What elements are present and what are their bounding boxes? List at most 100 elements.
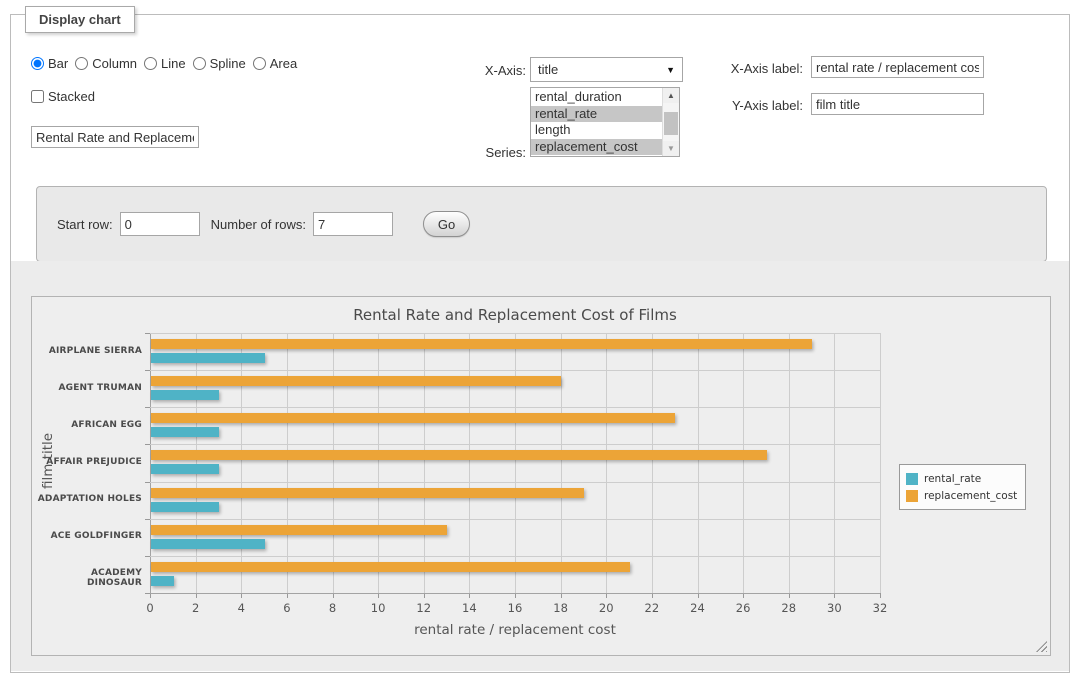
chart-type-label-area: Area [270,56,297,71]
x-tick-label: 8 [315,601,351,615]
y-tick-mark [145,482,150,483]
chart-type-label-column: Column [92,56,137,71]
x-tick-label: 4 [223,601,259,615]
bar-rental-rate[interactable] [151,502,219,512]
legend-label: replacement_cost [924,490,1017,502]
grid-line-horizontal [150,556,880,557]
grid-line-vertical [424,333,425,593]
scroll-thumb[interactable] [664,112,678,135]
stacked-checkbox[interactable] [31,90,44,103]
grid-line-horizontal [150,444,880,445]
x-tick-label: 32 [862,601,898,615]
x-tick-label: 22 [634,601,670,615]
x-tick-label: 6 [269,601,305,615]
chart-title: Rental Rate and Replacement Cost of Film… [32,306,998,324]
chart-type-radio-area[interactable] [253,57,266,70]
series-listbox: rental_durationrental_ratelengthreplacem… [530,87,680,157]
chart-title-input[interactable] [31,126,199,148]
x-tick-label: 30 [816,601,852,615]
bar-rental-rate[interactable] [151,539,265,549]
resize-handle[interactable] [1036,641,1047,652]
category-label: ADAPTATION HOLES [36,494,142,504]
legend-label: rental_rate [924,473,981,485]
grid-line-vertical [789,333,790,593]
x-axis-select[interactable]: title ▼ [530,57,683,82]
grid-line-vertical [287,333,288,593]
bar-replacement-cost[interactable] [151,562,630,572]
bar-replacement-cost[interactable] [151,525,447,535]
dropdown-arrow-icon: ▼ [666,65,675,75]
x-axis-selected-value: title [538,62,558,77]
y-axis-label-caption: Y-Axis label: [704,98,803,113]
grid-line-horizontal [150,407,880,408]
grid-line-vertical [880,333,881,593]
y-tick-mark [145,519,150,520]
grid-line-vertical [196,333,197,593]
scroll-down-icon[interactable]: ▼ [663,141,679,156]
grid-line-vertical [606,333,607,593]
chart-type-label-bar: Bar [48,56,68,71]
bar-replacement-cost[interactable] [151,488,584,498]
series-list-label: Series: [451,145,526,160]
x-tick-label: 12 [406,601,442,615]
y-axis-label-input[interactable] [811,93,984,115]
legend-swatch-icon [906,490,918,502]
display-chart-fieldset: Display chart BarColumnLineSplineArea St… [10,14,1070,673]
legend-swatch-icon [906,473,918,485]
bar-replacement-cost[interactable] [151,376,561,386]
y-tick-mark [145,593,150,594]
chart-type-radio-spline[interactable] [193,57,206,70]
x-tick-label: 2 [178,601,214,615]
x-tick-mark [880,593,881,598]
series-scrollbar[interactable]: ▲ ▼ [662,88,679,156]
grid-line-horizontal [150,593,880,594]
bar-rental-rate[interactable] [151,576,174,586]
chart-type-radio-line[interactable] [144,57,157,70]
scroll-up-icon[interactable]: ▲ [663,88,679,103]
grid-line-vertical [652,333,653,593]
bar-replacement-cost[interactable] [151,450,767,460]
legend-item-replacement-cost[interactable]: replacement_cost [906,487,1017,504]
category-label: AGENT TRUMAN [36,383,142,393]
grid-line-vertical [150,333,151,593]
chart-type-option-area: Area [253,56,297,71]
category-label: AIRPLANE SIERRA [36,346,142,356]
x-tick-label: 20 [588,601,624,615]
series-option-replacement-cost[interactable]: replacement_cost [531,139,662,156]
x-axis-label-caption: X-Axis label: [704,61,803,76]
grid-line-vertical [241,333,242,593]
grid-line-vertical [333,333,334,593]
chart-x-axis-title: rental rate / replacement cost [32,622,998,638]
grid-line-vertical [515,333,516,593]
category-label: AFRICAN EGG [36,420,142,430]
chart-type-radio-bar[interactable] [31,57,44,70]
legend-item-rental-rate[interactable]: rental_rate [906,470,1017,487]
go-button[interactable]: Go [423,211,470,237]
bar-rental-rate[interactable] [151,464,219,474]
grid-line-vertical [834,333,835,593]
scroll-track[interactable] [663,103,679,141]
series-option-rental-rate[interactable]: rental_rate [531,106,662,123]
fieldset-legend: Display chart [25,6,135,33]
x-tick-label: 18 [543,601,579,615]
grid-line-horizontal [150,333,880,334]
bar-replacement-cost[interactable] [151,413,675,423]
number-of-rows-input[interactable] [313,212,393,236]
bar-replacement-cost[interactable] [151,339,812,349]
x-axis-label-input[interactable] [811,56,984,78]
bar-rental-rate[interactable] [151,427,219,437]
y-tick-mark [145,556,150,557]
series-option-rental-duration[interactable]: rental_duration [531,89,662,106]
start-row-input[interactable] [120,212,200,236]
row-range-panel: Start row: Number of rows: Go [36,186,1047,262]
series-option-length[interactable]: length [531,122,662,139]
bar-rental-rate[interactable] [151,390,219,400]
chart-type-radio-column[interactable] [75,57,88,70]
start-row-label: Start row: [57,217,113,232]
chart-legend: rental_rate replacement_cost [899,464,1026,510]
chart: Rental Rate and Replacement Cost of Film… [31,296,1051,656]
grid-line-vertical [561,333,562,593]
number-of-rows-label: Number of rows: [211,217,306,232]
bar-rental-rate[interactable] [151,353,265,363]
y-tick-mark [145,407,150,408]
